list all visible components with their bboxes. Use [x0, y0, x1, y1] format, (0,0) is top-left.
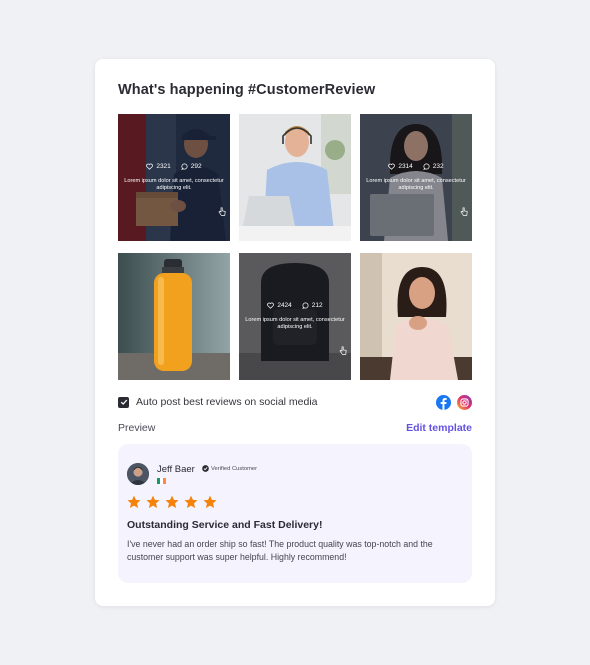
review-tile-yellow-bottle[interactable] [118, 253, 230, 380]
verified-label: Verified Customer [211, 465, 258, 472]
tile-caption: Lorem ipsum dolor sit amet, consectetur … [366, 178, 466, 191]
instagram-icon[interactable] [457, 395, 472, 410]
star-icon [165, 495, 179, 508]
autopost-label: Auto post best reviews on social media [136, 396, 318, 408]
comment-icon [422, 163, 430, 170]
comments-count: 212 [311, 302, 323, 309]
pointer-hand-icon [339, 346, 347, 355]
comments-count: 232 [432, 163, 444, 170]
star-icon [127, 495, 141, 508]
star-icon [146, 495, 160, 508]
avatar [127, 463, 149, 485]
star-icon [203, 495, 217, 508]
comment-icon [301, 302, 309, 309]
review-tile-black-backpack[interactable]: 2424 212 Lorem ipsum dolor sit amet, con… [239, 253, 351, 380]
pointer-hand-icon [460, 207, 468, 216]
facebook-icon[interactable] [436, 395, 451, 410]
review-tile-smiling-woman[interactable] [360, 253, 472, 380]
likes-count: 2424 [277, 302, 292, 309]
comment-icon [180, 163, 188, 170]
pointer-hand-icon [218, 207, 226, 216]
headset-man-photo [239, 114, 351, 241]
tile-comments: 232 [422, 163, 444, 170]
smiling-woman-photo [360, 253, 472, 380]
autopost-option[interactable]: Auto post best reviews on social media [118, 396, 318, 408]
review-tile-headset-man[interactable] [239, 114, 351, 241]
heart-icon [388, 163, 396, 170]
star-rating [127, 495, 217, 509]
likes-count: 2321 [156, 163, 171, 170]
tile-likes: 2424 [267, 302, 292, 309]
review-preview-card: Jeff Baer Verified Customer Outstanding … [118, 444, 472, 583]
tile-caption: Lorem ipsum dolor sit amet, consectetur … [124, 178, 224, 191]
tile-comments: 212 [301, 302, 323, 309]
tile-likes: 2321 [146, 163, 171, 170]
verified-check-icon [202, 465, 209, 472]
tile-likes: 2314 [388, 163, 413, 170]
star-icon [184, 495, 198, 508]
checkmark-icon [120, 399, 127, 405]
ireland-flag-icon [157, 478, 166, 484]
widget-title: What's happening #CustomerReview [118, 82, 376, 98]
review-tile-delivery-man[interactable]: 2321 292 Lorem ipsum dolor sit amet, con… [118, 114, 230, 241]
review-tile-woman-laptop[interactable]: 2314 232 Lorem ipsum dolor sit amet, con… [360, 114, 472, 241]
edit-template-link[interactable]: Edit template [406, 422, 472, 434]
yellow-bottle-photo [118, 253, 230, 380]
preview-label: Preview [118, 422, 156, 434]
verified-badge: Verified Customer [202, 465, 257, 472]
comments-count: 292 [190, 163, 202, 170]
customer-review-widget: What's happening #CustomerReview 2321 29… [95, 59, 495, 606]
tile-caption: Lorem ipsum dolor sit amet, consectetur … [245, 317, 345, 330]
heart-icon [267, 302, 275, 309]
social-icons [436, 395, 472, 410]
reviewer-name: Jeff Baer [157, 464, 195, 475]
likes-count: 2314 [398, 163, 413, 170]
review-body: I've never had an order ship so fast! Th… [127, 539, 433, 562]
tile-comments: 292 [180, 163, 202, 170]
heart-icon [146, 163, 154, 170]
review-title: Outstanding Service and Fast Delivery! [127, 519, 323, 531]
autopost-checkbox[interactable] [118, 396, 129, 408]
